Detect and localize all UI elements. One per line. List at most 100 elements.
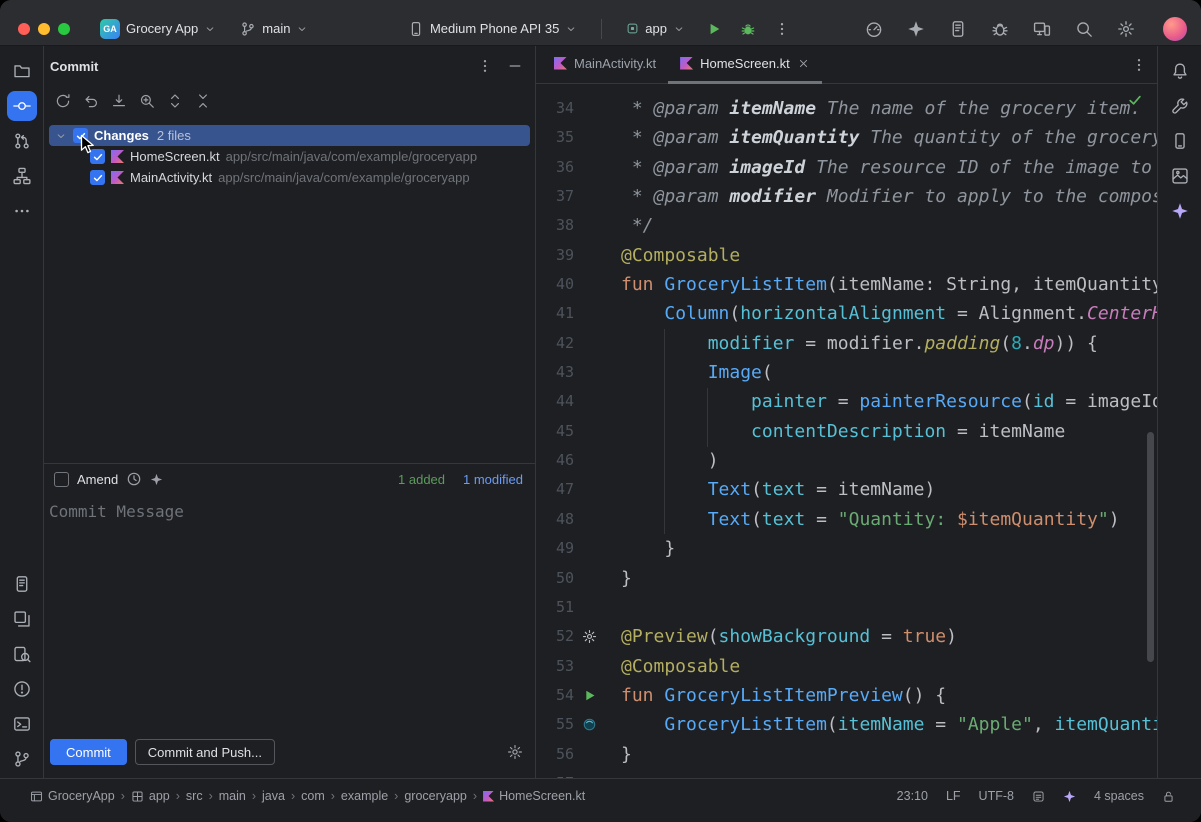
tool-window-button-problems[interactable] — [7, 674, 37, 704]
expand-all-button[interactable] — [164, 90, 186, 112]
tool-window-button-build-variants[interactable] — [7, 604, 37, 634]
tool-window-button-notifications[interactable] — [1165, 56, 1195, 86]
close-window-button[interactable] — [18, 23, 30, 35]
breadcrumb-example[interactable]: example — [341, 789, 388, 803]
rollback-button[interactable] — [80, 90, 102, 112]
collapse-all-button[interactable] — [192, 90, 214, 112]
line-number[interactable]: 39 — [536, 241, 574, 270]
commit-settings-gear-icon[interactable] — [507, 744, 523, 760]
breadcrumb-groceryapp[interactable]: groceryapp — [404, 789, 467, 803]
file-lock-icon[interactable] — [1162, 790, 1175, 803]
editor-options-kebab-icon[interactable] — [1131, 57, 1157, 73]
changes-checkbox[interactable] — [73, 128, 88, 143]
app-quality-insights-button[interactable] — [987, 16, 1013, 42]
line-number[interactable]: 47 — [536, 475, 574, 504]
breadcrumb-main[interactable]: main — [219, 789, 246, 803]
settings-button[interactable] — [1113, 16, 1139, 42]
breadcrumb-app[interactable]: app — [131, 789, 170, 803]
shelve-button[interactable] — [108, 90, 130, 112]
run-config-selector[interactable]: app — [618, 17, 693, 40]
amend-checkbox[interactable] — [54, 472, 69, 487]
tool-window-button-version-control[interactable] — [7, 744, 37, 774]
branch-selector[interactable]: main — [232, 17, 316, 41]
avatar[interactable] — [1163, 17, 1187, 41]
line-number[interactable]: 35 — [536, 123, 574, 152]
code-editor[interactable]: 34 * @param itemName The name of the gro… — [536, 84, 1157, 778]
line-number[interactable]: 34 — [536, 94, 574, 123]
breadcrumb-homescreen-kt[interactable]: HomeScreen.kt — [483, 789, 585, 803]
file-encoding[interactable]: UTF-8 — [979, 789, 1014, 803]
line-number[interactable]: 37 — [536, 182, 574, 211]
project-selector[interactable]: GA Grocery App — [92, 15, 224, 43]
diff-button[interactable] — [136, 90, 158, 112]
device-selector[interactable]: Medium Phone API 35 — [400, 17, 585, 41]
inspections-ok-icon[interactable] — [1127, 92, 1143, 108]
line-separator[interactable]: LF — [946, 789, 961, 803]
line-number[interactable]: 53 — [536, 652, 574, 681]
changed-file-mainactivity-kt[interactable]: MainActivity.ktapp/src/main/java/com/exa… — [44, 167, 535, 188]
file-checkbox[interactable] — [90, 170, 105, 185]
changes-group-row[interactable]: Changes 2 files — [49, 125, 530, 146]
breadcrumb-src[interactable]: src — [186, 789, 203, 803]
device-mirroring-button[interactable] — [1029, 16, 1055, 42]
tool-window-button-gradle[interactable] — [1165, 91, 1195, 121]
refresh-button[interactable] — [52, 90, 74, 112]
line-number[interactable]: 38 — [536, 211, 574, 240]
commit-and-push-button[interactable]: Commit and Push... — [135, 739, 275, 765]
file-checkbox[interactable] — [90, 149, 105, 164]
tool-window-button-structure[interactable] — [7, 161, 37, 191]
expand-chevron-icon[interactable] — [55, 130, 67, 142]
line-number[interactable]: 36 — [536, 153, 574, 182]
line-number[interactable]: 41 — [536, 299, 574, 328]
line-number[interactable]: 42 — [536, 329, 574, 358]
ai-commit-message-icon[interactable] — [150, 473, 163, 486]
line-number[interactable]: 51 — [536, 593, 574, 622]
hide-tool-window-icon[interactable] — [507, 58, 523, 74]
indent-size[interactable]: 4 spaces — [1094, 789, 1144, 803]
search-button[interactable] — [1071, 16, 1097, 42]
debug-button[interactable] — [735, 16, 761, 42]
tool-window-button-device-manager[interactable] — [1165, 126, 1195, 156]
tool-window-button-terminal[interactable] — [7, 709, 37, 739]
minimize-window-button[interactable] — [38, 23, 50, 35]
tool-window-button-logcat[interactable] — [7, 569, 37, 599]
tool-window-button-app-inspection[interactable] — [7, 639, 37, 669]
profiler-button[interactable] — [861, 16, 887, 42]
logcat-button[interactable] — [945, 16, 971, 42]
zoom-window-button[interactable] — [58, 23, 70, 35]
preview-settings-gutter-icon[interactable] — [582, 629, 597, 644]
line-number[interactable]: 56 — [536, 740, 574, 769]
commit-button[interactable]: Commit — [50, 739, 127, 765]
line-number[interactable]: 40 — [536, 270, 574, 299]
run-button[interactable] — [701, 16, 727, 42]
line-number[interactable]: 57 — [536, 769, 574, 778]
line-number[interactable]: 50 — [536, 564, 574, 593]
breadcrumb-java[interactable]: java — [262, 789, 285, 803]
commit-options-kebab-icon[interactable] — [477, 58, 493, 74]
editor-scrollbar[interactable] — [1147, 432, 1154, 662]
commit-history-icon[interactable] — [126, 471, 142, 487]
breadcrumb-com[interactable]: com — [301, 789, 325, 803]
line-number[interactable]: 46 — [536, 446, 574, 475]
line-number[interactable]: 49 — [536, 534, 574, 563]
more-run-actions-button[interactable] — [769, 16, 795, 42]
tool-window-button-more[interactable] — [7, 196, 37, 226]
commit-message-input[interactable]: Commit Message — [44, 494, 535, 732]
line-number[interactable]: 52 — [536, 622, 574, 651]
gemini-button[interactable] — [903, 16, 929, 42]
line-number[interactable]: 44 — [536, 387, 574, 416]
tool-window-button-resource-manager[interactable] — [1165, 161, 1195, 191]
tab-mainactivity-kt[interactable]: MainActivity.kt — [542, 46, 668, 84]
line-number[interactable]: 48 — [536, 505, 574, 534]
tool-window-button-gemini[interactable] — [1165, 196, 1195, 226]
tool-window-button-commit[interactable] — [7, 91, 37, 121]
cursor-position[interactable]: 23:10 — [897, 789, 928, 803]
breadcrumb-groceryapp[interactable]: GroceryApp — [30, 789, 115, 803]
gemini-status-icon[interactable] — [1063, 790, 1076, 803]
close-tab-icon[interactable] — [797, 57, 810, 70]
compose-node-gutter-icon[interactable] — [582, 717, 597, 732]
tab-homescreen-kt[interactable]: HomeScreen.kt — [668, 46, 822, 84]
line-number[interactable]: 45 — [536, 417, 574, 446]
tool-window-button-project[interactable] — [7, 56, 37, 86]
editor-widget-icon[interactable] — [1032, 790, 1045, 803]
